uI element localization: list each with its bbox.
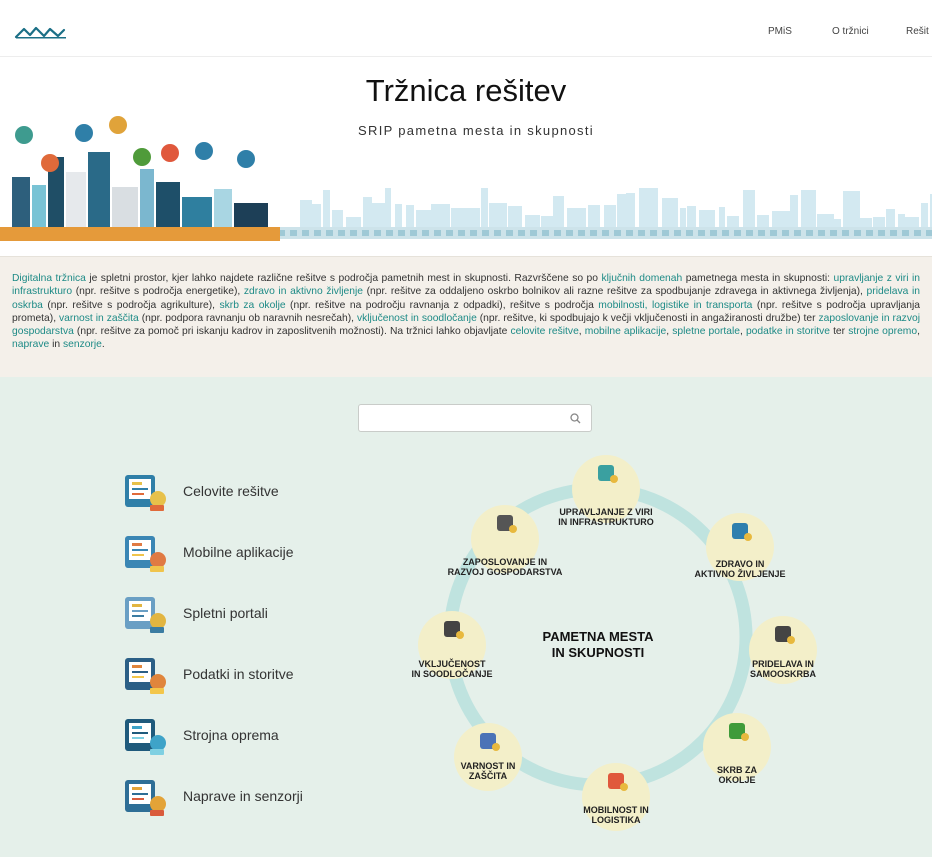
devices-sensors-icon [125, 780, 166, 816]
category-item[interactable]: Celovite rešitve [120, 469, 360, 515]
intro-text: (npr. rešitve za pomoč pri iskanju kadro… [73, 326, 511, 338]
domain-node-label-line: OKOLJE [718, 775, 756, 785]
mobile-apps-icon [125, 536, 166, 572]
domain-node-label[interactable]: VARNOST IN ZAŠČITA [432, 761, 544, 781]
intro-text: (npr. rešitve s področja agrikulture), [42, 299, 220, 311]
intro-link[interactable]: mobilne aplikacije [585, 326, 667, 337]
domain-node-label-line: IN SOODLOČANJE [411, 669, 493, 679]
domain-node-label-line: ZAPOSLOVANJE IN [462, 557, 548, 567]
domain-node-label[interactable]: VKLJUČENOST IN SOODLOČANJE [388, 659, 516, 679]
hero-subtitle: SRIP pametna mesta in skupnosti [358, 123, 594, 138]
intro-text: je spletni prostor, kjer lahko najdete r… [85, 273, 602, 284]
nav-resitve[interactable]: Rešit [906, 26, 929, 37]
nav-o-trznici[interactable]: O tržnici [832, 26, 869, 37]
intro-text: (npr. rešitve za oddaljeno oskrbo bolnik… [362, 286, 867, 298]
category-label: Naprave in senzorji [183, 788, 303, 804]
category-label: Mobilne aplikacije [183, 544, 294, 560]
category-item[interactable]: Mobilne aplikacije [120, 530, 360, 576]
top-bar: PMiS O tržnici Rešit [0, 0, 932, 57]
domain-node-label[interactable]: PRIDELAVA IN SAMOOSKRBA [718, 659, 848, 679]
nav-pmis[interactable]: PMiS [768, 26, 792, 37]
category-item[interactable]: Naprave in senzorji [120, 774, 360, 820]
domain-node-label[interactable]: ZDRAVO IN AKTIVNO ŽIVLJENJE [674, 559, 806, 579]
domain-node-label[interactable]: SKRB ZA OKOLJE [676, 765, 798, 785]
intro-text: (npr. rešitve na področju ravnanja z odp… [285, 299, 599, 311]
site-logo[interactable] [14, 20, 70, 42]
complete-solutions-icon [125, 475, 166, 511]
domain-node-label-line: SKRB ZA [717, 765, 757, 775]
hardware-icon [125, 719, 166, 755]
category-item[interactable]: Spletni portali [120, 591, 360, 637]
intro-link[interactable]: mobilnosti, logistike in transporta [598, 300, 752, 311]
data-services-icon [125, 658, 166, 694]
category-item[interactable]: Strojna oprema [120, 713, 360, 759]
domain-node-label-line: PRIDELAVA IN [752, 659, 814, 669]
intro-text: . [101, 339, 105, 351]
intro-text: in [49, 339, 63, 351]
category-item[interactable]: Podatki in storitve [120, 652, 360, 698]
domain-node-label-line: ZAŠČITA [468, 771, 508, 781]
intro-text: ter [829, 326, 849, 338]
domain-node-label-line: IN INFRASTRUKTURO [558, 517, 654, 527]
intro-link[interactable]: vključenost in soodločanje [357, 313, 477, 324]
intro-link[interactable]: varnost in zaščita [59, 313, 139, 324]
search-input[interactable] [358, 404, 592, 432]
hero-banner: Tržnica rešitev SRIP pametna mesta in sk… [0, 57, 932, 256]
domain-node-label-line: AKTIVNO ŽIVLJENJE [694, 569, 786, 579]
intro-link[interactable]: skrb za okolje [219, 300, 285, 311]
main-section: Celovite rešitve Mobilne aplikacije Spletn… [0, 377, 932, 857]
center-label-line-2: IN SKUPNOSTI [551, 645, 645, 660]
domain-node-label-line: ZDRAVO IN [715, 559, 765, 569]
intro-link[interactable]: podatke in storitve [746, 326, 830, 337]
intro-link[interactable]: ključnih domenah [601, 273, 682, 284]
intro-link[interactable]: Digitalna tržnica [12, 273, 86, 284]
hero-title: Tržnica rešitev [365, 73, 567, 108]
intro-text: pametnega mesta in skupnosti: [682, 273, 834, 284]
domain-node-label-line: MOBILNOST IN [583, 805, 649, 815]
domain-node-label[interactable]: MOBILNOST IN LOGISTIKA [556, 805, 676, 825]
intro-link[interactable]: strojne opremo [848, 326, 917, 337]
domain-node-label-line: VARNOST IN [460, 761, 516, 771]
intro-text: (npr. rešitve, ki spodbujajo k večji vkl… [476, 312, 819, 324]
intro-link[interactable]: zdravo in aktivno življenje [244, 286, 363, 297]
intro-section: Digitalna tržnica je spletni prostor, kj… [0, 256, 932, 378]
domain-node-label[interactable]: UPRAVLJANJE Z VIRI IN INFRASTRUKTURO [540, 507, 672, 527]
intro-link[interactable]: spletne portale [672, 326, 740, 337]
domains-diagram: PAMETNA MESTA IN SKUPNOSTI UPRAVLJANJE Z… [380, 447, 840, 857]
center-label-line-1: PAMETNA MESTA [542, 629, 654, 644]
intro-paragraph: Digitalna tržnica je spletni prostor, kj… [12, 272, 920, 352]
domain-node-label-line: RAZVOJ GOSPODARSTVA [447, 567, 563, 577]
domain-node-label-line: VKLJUČENOST [418, 659, 486, 669]
category-label: Celovite rešitve [183, 483, 279, 499]
intro-link[interactable]: naprave [12, 339, 49, 350]
intro-text: (npr. podpora ravnanju ob naravnih nesre… [138, 312, 357, 324]
domain-node-label-line: SAMOOSKRBA [749, 669, 816, 679]
intro-link[interactable]: senzorje [63, 339, 102, 350]
domain-node-label-line: LOGISTIKA [591, 815, 641, 825]
domain-node-label[interactable]: ZAPOSLOVANJE IN RAZVOJ GOSPODARSTVA [422, 557, 588, 577]
category-label: Strojna oprema [183, 727, 279, 743]
domain-node-label-line: UPRAVLJANJE Z VIRI [559, 507, 653, 517]
category-label: Spletni portali [183, 605, 268, 621]
category-label: Podatki in storitve [183, 666, 294, 682]
intro-link[interactable]: celovite rešitve [510, 326, 578, 337]
center-label: PAMETNA MESTA IN SKUPNOSTI [528, 629, 668, 661]
search-icon [570, 413, 581, 424]
intro-text: (npr. rešitve s področja energetike), [72, 286, 244, 298]
intro-text: , [917, 326, 920, 338]
web-portals-icon [125, 597, 166, 633]
